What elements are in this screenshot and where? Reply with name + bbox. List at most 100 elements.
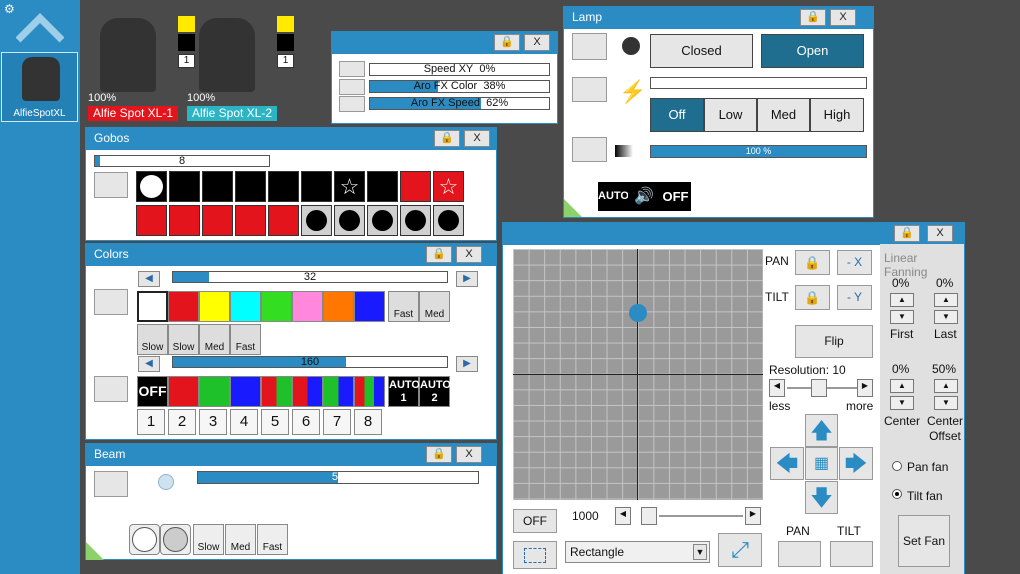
- move-down-button[interactable]: 🡇: [805, 481, 838, 514]
- fixture-card-1[interactable]: 1 100% Alfie Spot XL-1: [88, 10, 195, 122]
- color-split-rb[interactable]: [292, 376, 323, 407]
- color-slider-1[interactable]: 32: [172, 271, 448, 283]
- dimmer-preset-button[interactable]: [572, 137, 607, 162]
- close-button[interactable]: X: [456, 246, 482, 263]
- flip-button[interactable]: Flip: [795, 325, 873, 358]
- speed-thumb[interactable]: [641, 507, 657, 525]
- color-swatch-cyan[interactable]: [230, 291, 261, 322]
- color-swatch-blue[interactable]: [230, 376, 261, 407]
- lock-icon[interactable]: 🔒: [800, 9, 826, 26]
- beam-circle-button[interactable]: [129, 524, 160, 555]
- resize-grip-icon[interactable]: [564, 199, 582, 217]
- shape-direction-button[interactable]: ⤢: [718, 533, 762, 567]
- move-left-button[interactable]: 🡄: [770, 447, 804, 480]
- fx-row-button-1[interactable]: [339, 61, 365, 77]
- color-split-rg[interactable]: [261, 376, 292, 407]
- move-right-button[interactable]: 🡆: [839, 447, 873, 480]
- lock-icon[interactable]: 🔒: [894, 225, 920, 242]
- off-badge[interactable]: OFF: [660, 182, 691, 211]
- lock-icon[interactable]: 🔒: [494, 34, 520, 51]
- gobo-icon[interactable]: [400, 171, 431, 202]
- beam-titlebar[interactable]: Beam 🔒 X: [86, 444, 496, 466]
- rainbow-med-button[interactable]: Med: [419, 291, 450, 322]
- close-button[interactable]: X: [927, 225, 953, 242]
- resolution-increase[interactable]: ▶: [857, 379, 873, 397]
- off-button[interactable]: Off: [650, 98, 704, 132]
- gobo-icon[interactable]: [136, 205, 167, 236]
- closed-button[interactable]: Closed: [650, 34, 753, 68]
- low-button[interactable]: Low: [704, 98, 757, 132]
- color-swatch-red[interactable]: [168, 291, 199, 322]
- gobo-icon[interactable]: [301, 171, 332, 202]
- resolution-thumb[interactable]: [811, 379, 827, 397]
- gobo-icon[interactable]: [367, 171, 398, 202]
- arrow-right-icon[interactable]: ▶: [456, 356, 478, 372]
- invert-y-button[interactable]: - Y: [837, 285, 872, 310]
- number-button-7[interactable]: 7: [323, 409, 351, 435]
- speed-decrease[interactable]: ◀: [615, 507, 631, 525]
- fx-row-button-3[interactable]: [339, 96, 365, 112]
- power-preset-button[interactable]: [572, 77, 607, 102]
- colors-titlebar[interactable]: Colors 🔒 X: [86, 244, 496, 266]
- color-split-rgb[interactable]: [354, 376, 385, 407]
- aro-fx-color-bar[interactable]: Aro FX Color 38%: [369, 80, 550, 93]
- color-split-gb[interactable]: [323, 376, 354, 407]
- gobo-rotate-icon[interactable]: [334, 205, 365, 236]
- gobo-icon[interactable]: [169, 205, 200, 236]
- shutter-preset-button[interactable]: [572, 33, 607, 60]
- number-button-1[interactable]: 1: [137, 409, 165, 435]
- gobos-titlebar[interactable]: Gobos 🔒 X: [86, 128, 496, 150]
- invert-x-button[interactable]: - X: [837, 250, 872, 275]
- color-swatch-orange[interactable]: [323, 291, 354, 322]
- last-decrease[interactable]: ▼: [934, 310, 958, 324]
- color-swatch-pink[interactable]: [292, 291, 323, 322]
- color-swatch-blue[interactable]: [354, 291, 385, 322]
- arrow-left-icon[interactable]: ◀: [138, 356, 160, 372]
- close-button[interactable]: X: [830, 9, 856, 26]
- beam-slow-button[interactable]: Slow: [193, 524, 224, 555]
- position-marker[interactable]: [629, 304, 647, 322]
- number-button-3[interactable]: 3: [199, 409, 227, 435]
- beam-med-button[interactable]: Med: [225, 524, 256, 555]
- pantilt-titlebar[interactable]: 🔒 X: [503, 223, 964, 245]
- chevron-up-icon[interactable]: [15, 8, 65, 44]
- tilt-lock-button[interactable]: 🔒: [795, 285, 830, 310]
- gobo-icon[interactable]: [202, 205, 233, 236]
- lock-icon[interactable]: 🔒: [426, 246, 452, 263]
- color-swatch-yellow[interactable]: [199, 291, 230, 322]
- gobo-rotate-icon[interactable]: [367, 205, 398, 236]
- gobo-icon[interactable]: [268, 205, 299, 236]
- gobo-icon[interactable]: [268, 171, 299, 202]
- pan-fan-radio[interactable]: [892, 461, 902, 471]
- auto-badge[interactable]: AUTO: [598, 182, 629, 211]
- auto-1-button[interactable]: AUTO 1: [388, 376, 420, 407]
- close-button[interactable]: X: [464, 130, 490, 147]
- color-slider-2[interactable]: 160: [172, 356, 448, 368]
- rainbow-fast-button[interactable]: Fast: [388, 291, 419, 322]
- fx-off-button[interactable]: OFF: [513, 509, 557, 533]
- gobo-slider[interactable]: 8: [94, 155, 270, 167]
- resolution-decrease[interactable]: ◀: [769, 379, 785, 397]
- center-increase[interactable]: ▲: [890, 379, 914, 393]
- auto-2-button[interactable]: AUTO 2: [419, 376, 451, 407]
- fixture-tile[interactable]: AlfieSpotXL: [1, 52, 78, 122]
- arrow-right-icon[interactable]: ▶: [456, 271, 478, 287]
- number-button-8[interactable]: 8: [354, 409, 382, 435]
- select-area-button[interactable]: [513, 541, 557, 569]
- fixture-card-2[interactable]: 1 100% Alfie Spot XL-2: [187, 10, 294, 122]
- aro-fx-speed-bar[interactable]: Aro FX Speed 62%: [369, 97, 550, 110]
- number-button-4[interactable]: 4: [230, 409, 258, 435]
- gobo-preset-button[interactable]: [94, 172, 128, 198]
- close-button[interactable]: X: [456, 446, 482, 463]
- arrow-left-icon[interactable]: ◀: [138, 271, 160, 287]
- center-button[interactable]: ▦: [805, 447, 838, 480]
- med-button[interactable]: Med: [757, 98, 810, 132]
- gobo-star-icon[interactable]: ☆: [334, 171, 365, 202]
- beam-preset-button[interactable]: [94, 471, 128, 497]
- number-button-2[interactable]: 2: [168, 409, 196, 435]
- beam-fast-button[interactable]: Fast: [257, 524, 288, 555]
- gobo-icon[interactable]: [235, 171, 266, 202]
- sound-icon[interactable]: 🔊: [628, 182, 660, 211]
- number-button-6[interactable]: 6: [292, 409, 320, 435]
- color-swatch-white[interactable]: [137, 291, 168, 322]
